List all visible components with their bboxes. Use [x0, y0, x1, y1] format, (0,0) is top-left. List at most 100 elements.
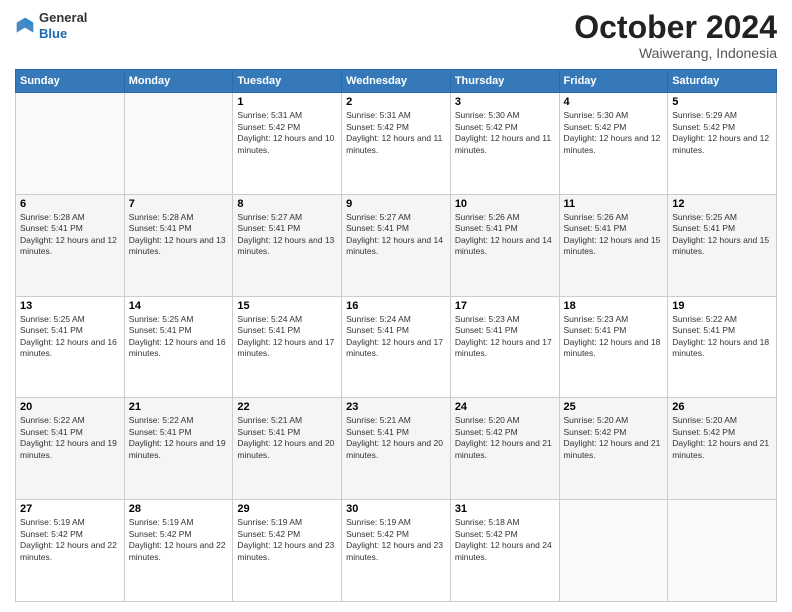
day-info: Sunrise: 5:19 AMSunset: 5:42 PMDaylight:… — [346, 517, 446, 563]
day-number: 19 — [672, 300, 772, 312]
day-number: 9 — [346, 198, 446, 210]
calendar-cell: 7Sunrise: 5:28 AMSunset: 5:41 PMDaylight… — [124, 194, 233, 296]
calendar-cell: 8Sunrise: 5:27 AMSunset: 5:41 PMDaylight… — [233, 194, 342, 296]
calendar-week-1: 1 Sunrise: 5:31 AMSunset: 5:42 PMDaylight… — [16, 93, 777, 195]
calendar-cell: 22 Sunrise: 5:21 AMSunset: 5:41 PMDayligh… — [233, 398, 342, 500]
calendar-cell: 5 Sunrise: 5:29 AMSunset: 5:42 PMDaylight… — [668, 93, 777, 195]
calendar-cell: 29 Sunrise: 5:19 AMSunset: 5:42 PMDayligh… — [233, 500, 342, 602]
day-number: 12 — [672, 198, 772, 210]
day-info: Sunrise: 5:18 AMSunset: 5:42 PMDaylight:… — [455, 517, 555, 563]
month-title: October 2024 — [574, 10, 777, 45]
day-number: 4 — [564, 96, 664, 108]
day-info: Sunrise: 5:25 AMSunset: 5:41 PMDaylight:… — [20, 314, 120, 360]
calendar-cell: 23Sunrise: 5:21 AMSunset: 5:41 PMDayligh… — [342, 398, 451, 500]
day-number: 16 — [346, 300, 446, 312]
day-number: 17 — [455, 300, 555, 312]
calendar-cell: 24 Sunrise: 5:20 AMSunset: 5:42 PMDayligh… — [450, 398, 559, 500]
day-number: 1 — [237, 96, 337, 108]
day-info: Sunrise: 5:22 AMSunset: 5:41 PMDaylight:… — [20, 415, 120, 461]
day-info: Sunrise: 5:25 AMSunset: 5:41 PMDaylight:… — [672, 212, 772, 258]
calendar-cell — [16, 93, 125, 195]
day-info: Sunrise: 5:21 AMSunset: 5:41 PMDaylight:… — [346, 415, 446, 461]
logo-text: General Blue — [39, 10, 87, 41]
day-number: 13 — [20, 300, 120, 312]
calendar-header-thursday: Thursday — [450, 70, 559, 93]
calendar-cell: 13 Sunrise: 5:25 AMSunset: 5:41 PMDayligh… — [16, 296, 125, 398]
day-info: Sunrise: 5:24 AMSunset: 5:41 PMDaylight:… — [346, 314, 446, 360]
header: General Blue October 2024 Waiwerang, Ind… — [15, 10, 777, 61]
day-info: Sunrise: 5:25 AMSunset: 5:41 PMDaylight:… — [129, 314, 229, 360]
calendar-cell: 19Sunrise: 5:22 AMSunset: 5:41 PMDayligh… — [668, 296, 777, 398]
day-info: Sunrise: 5:19 AMSunset: 5:42 PMDaylight:… — [237, 517, 337, 563]
day-info: Sunrise: 5:24 AMSunset: 5:41 PMDaylight:… — [237, 314, 337, 360]
day-number: 6 — [20, 198, 120, 210]
logo: General Blue — [15, 10, 87, 41]
day-number: 14 — [129, 300, 229, 312]
calendar-header-row: SundayMondayTuesdayWednesdayThursdayFrid… — [16, 70, 777, 93]
day-info: Sunrise: 5:21 AMSunset: 5:41 PMDaylight:… — [237, 415, 337, 461]
day-number: 22 — [237, 401, 337, 413]
day-info: Sunrise: 5:26 AMSunset: 5:41 PMDaylight:… — [564, 212, 664, 258]
calendar-header-friday: Friday — [559, 70, 668, 93]
day-info: Sunrise: 5:26 AMSunset: 5:41 PMDaylight:… — [455, 212, 555, 258]
logo-general: General — [39, 10, 87, 25]
day-number: 10 — [455, 198, 555, 210]
calendar-header-saturday: Saturday — [668, 70, 777, 93]
calendar-week-5: 27Sunrise: 5:19 AMSunset: 5:42 PMDayligh… — [16, 500, 777, 602]
calendar-cell: 11 Sunrise: 5:26 AMSunset: 5:41 PMDayligh… — [559, 194, 668, 296]
day-info: Sunrise: 5:27 AMSunset: 5:41 PMDaylight:… — [346, 212, 446, 258]
title-area: October 2024 Waiwerang, Indonesia — [574, 10, 777, 61]
calendar-cell: 16 Sunrise: 5:24 AMSunset: 5:41 PMDayligh… — [342, 296, 451, 398]
day-info: Sunrise: 5:30 AMSunset: 5:42 PMDaylight:… — [564, 110, 664, 156]
day-info: Sunrise: 5:20 AMSunset: 5:42 PMDaylight:… — [672, 415, 772, 461]
day-info: Sunrise: 5:27 AMSunset: 5:41 PMDaylight:… — [237, 212, 337, 258]
day-info: Sunrise: 5:31 AMSunset: 5:42 PMDaylight:… — [237, 110, 337, 156]
day-info: Sunrise: 5:23 AMSunset: 5:41 PMDaylight:… — [455, 314, 555, 360]
calendar: SundayMondayTuesdayWednesdayThursdayFrid… — [15, 69, 777, 602]
calendar-cell: 14 Sunrise: 5:25 AMSunset: 5:41 PMDayligh… — [124, 296, 233, 398]
day-info: Sunrise: 5:22 AMSunset: 5:41 PMDaylight:… — [129, 415, 229, 461]
day-info: Sunrise: 5:29 AMSunset: 5:42 PMDaylight:… — [672, 110, 772, 156]
calendar-cell: 2Sunrise: 5:31 AMSunset: 5:42 PMDaylight… — [342, 93, 451, 195]
day-info: Sunrise: 5:23 AMSunset: 5:41 PMDaylight:… — [564, 314, 664, 360]
day-number: 15 — [237, 300, 337, 312]
day-info: Sunrise: 5:31 AMSunset: 5:42 PMDaylight:… — [346, 110, 446, 156]
calendar-cell: 6 Sunrise: 5:28 AMSunset: 5:41 PMDaylight… — [16, 194, 125, 296]
day-info: Sunrise: 5:28 AMSunset: 5:41 PMDaylight:… — [20, 212, 120, 258]
calendar-cell: 28Sunrise: 5:19 AMSunset: 5:42 PMDayligh… — [124, 500, 233, 602]
day-number: 24 — [455, 401, 555, 413]
day-number: 18 — [564, 300, 664, 312]
day-number: 7 — [129, 198, 229, 210]
day-info: Sunrise: 5:20 AMSunset: 5:42 PMDaylight:… — [564, 415, 664, 461]
day-info: Sunrise: 5:20 AMSunset: 5:42 PMDaylight:… — [455, 415, 555, 461]
day-number: 31 — [455, 503, 555, 515]
calendar-cell: 30Sunrise: 5:19 AMSunset: 5:42 PMDayligh… — [342, 500, 451, 602]
day-number: 5 — [672, 96, 772, 108]
calendar-header-wednesday: Wednesday — [342, 70, 451, 93]
calendar-cell: 21 Sunrise: 5:22 AMSunset: 5:41 PMDayligh… — [124, 398, 233, 500]
calendar-cell: 27Sunrise: 5:19 AMSunset: 5:42 PMDayligh… — [16, 500, 125, 602]
day-number: 25 — [564, 401, 664, 413]
calendar-week-3: 13 Sunrise: 5:25 AMSunset: 5:41 PMDayligh… — [16, 296, 777, 398]
calendar-cell: 31 Sunrise: 5:18 AMSunset: 5:42 PMDayligh… — [450, 500, 559, 602]
calendar-cell: 12 Sunrise: 5:25 AMSunset: 5:41 PMDayligh… — [668, 194, 777, 296]
calendar-cell — [668, 500, 777, 602]
day-number: 29 — [237, 503, 337, 515]
day-number: 20 — [20, 401, 120, 413]
calendar-header-tuesday: Tuesday — [233, 70, 342, 93]
calendar-cell: 9 Sunrise: 5:27 AMSunset: 5:41 PMDaylight… — [342, 194, 451, 296]
calendar-cell: 4 Sunrise: 5:30 AMSunset: 5:42 PMDaylight… — [559, 93, 668, 195]
location: Waiwerang, Indonesia — [574, 45, 777, 61]
calendar-cell: 18 Sunrise: 5:23 AMSunset: 5:41 PMDayligh… — [559, 296, 668, 398]
day-info: Sunrise: 5:30 AMSunset: 5:42 PMDaylight:… — [455, 110, 555, 156]
logo-blue: Blue — [39, 26, 67, 41]
calendar-cell: 17 Sunrise: 5:23 AMSunset: 5:41 PMDayligh… — [450, 296, 559, 398]
calendar-cell: 3Sunrise: 5:30 AMSunset: 5:42 PMDaylight… — [450, 93, 559, 195]
calendar-cell: 26Sunrise: 5:20 AMSunset: 5:42 PMDayligh… — [668, 398, 777, 500]
day-number: 21 — [129, 401, 229, 413]
calendar-header-sunday: Sunday — [16, 70, 125, 93]
page: General Blue October 2024 Waiwerang, Ind… — [0, 0, 792, 612]
calendar-cell — [559, 500, 668, 602]
calendar-week-2: 6 Sunrise: 5:28 AMSunset: 5:41 PMDaylight… — [16, 194, 777, 296]
day-number: 11 — [564, 198, 664, 210]
